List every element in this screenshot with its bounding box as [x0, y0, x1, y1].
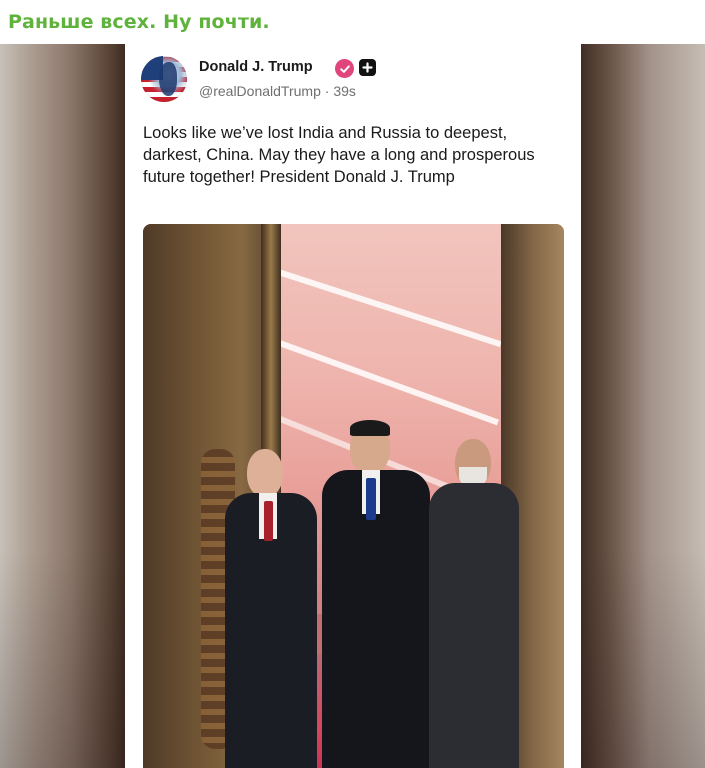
flag-portrait-avatar[interactable]: [141, 56, 187, 102]
red-tie: [264, 501, 273, 541]
post-text: Looks like we’ve lost India and Russia t…: [143, 124, 535, 186]
author-name[interactable]: Donald J. Trump: [199, 59, 313, 75]
ceiling-light-stripe: [262, 264, 502, 348]
leader-figure-left: [223, 449, 323, 768]
media-viewer[interactable]: Donald J. Trump @realDonaldTrump · 39s L…: [0, 44, 705, 768]
leader-figure-center: [318, 420, 433, 768]
post-card: Donald J. Trump @realDonaldTrump · 39s L…: [125, 44, 581, 768]
author-handle[interactable]: @realDonaldTrump: [199, 83, 321, 99]
dark-suit: [322, 470, 430, 768]
head: [247, 449, 283, 497]
plus-badge-icon: [359, 59, 376, 76]
bandhgala-jacket: [429, 483, 519, 768]
meta-separator: ·: [324, 83, 330, 99]
leader-figure-right: [425, 439, 523, 768]
author-meta: @realDonaldTrump · 39s: [199, 83, 356, 99]
head: [455, 439, 491, 487]
post-header: Donald J. Trump @realDonaldTrump · 39s: [141, 56, 571, 106]
channel-header: Раньше всех. Ну почти.: [0, 0, 705, 44]
head: [350, 420, 390, 474]
verified-check-icon: [335, 59, 354, 78]
plus-icon: [362, 62, 373, 73]
blue-tie: [366, 478, 376, 520]
channel-title[interactable]: Раньше всех. Ну почти.: [8, 11, 270, 33]
post-time: 39s: [333, 83, 356, 99]
checkmark-icon: [339, 64, 350, 73]
three-leaders-walking-photo[interactable]: [143, 224, 564, 768]
hair: [350, 420, 390, 436]
ceiling-light-stripe: [261, 334, 499, 426]
